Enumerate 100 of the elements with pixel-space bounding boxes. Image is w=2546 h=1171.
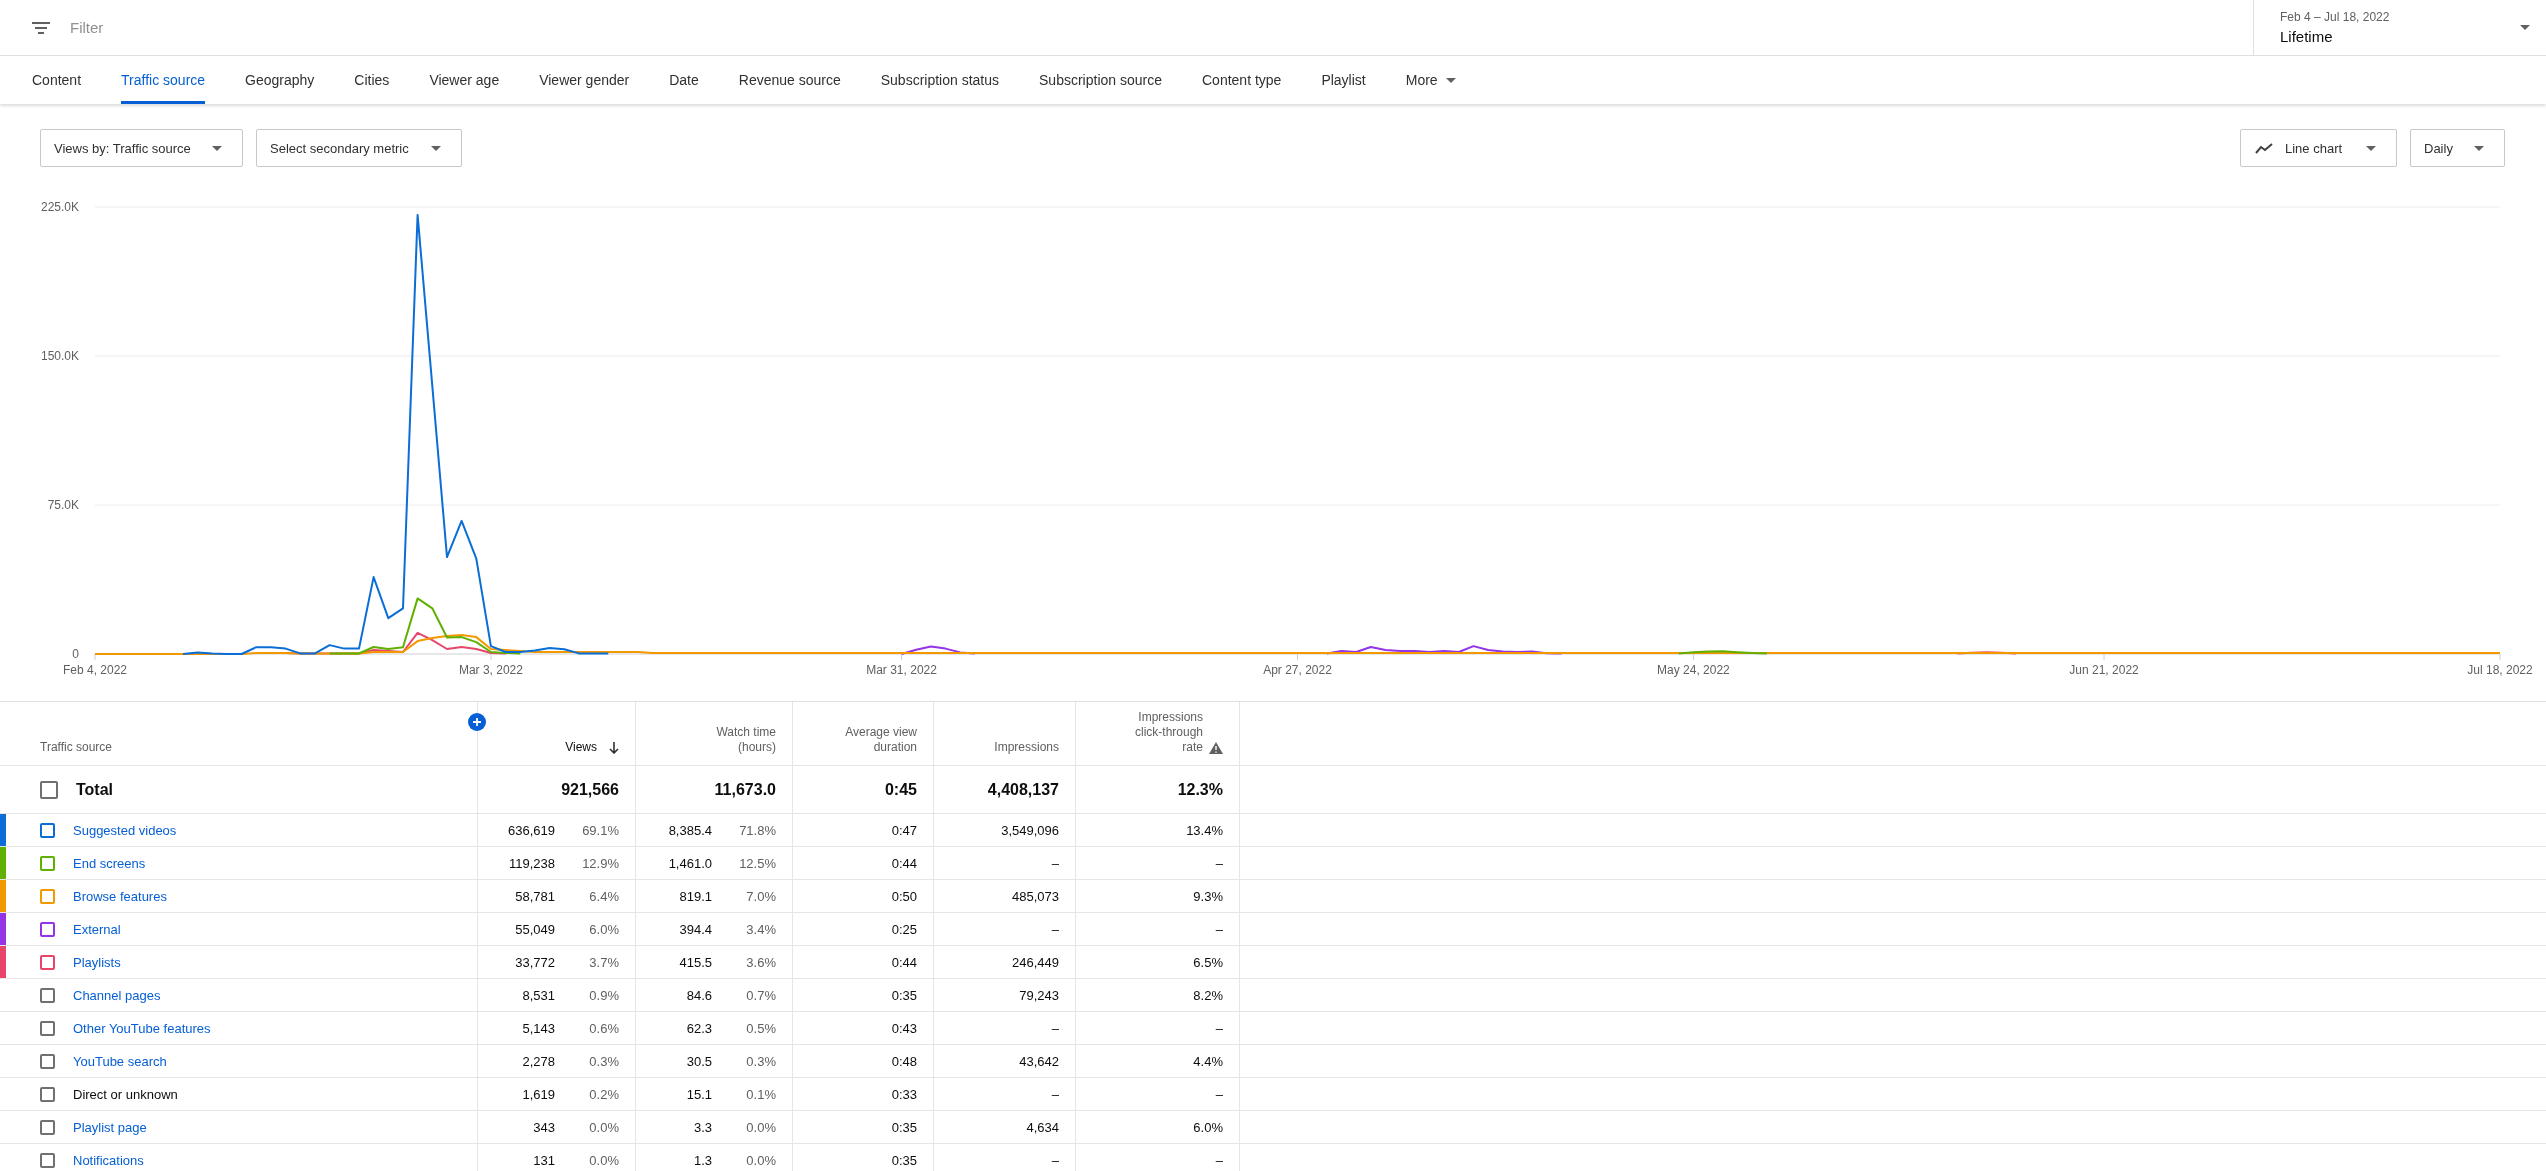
- checkbox[interactable]: [40, 1119, 55, 1135]
- caret-icon: [1445, 77, 1456, 83]
- table-cell: 8.2%: [1193, 987, 1223, 1003]
- share-cell-text: 0.3%: [745, 1053, 776, 1069]
- table-cell: 394.4: [679, 921, 712, 937]
- table-cell: 131: [533, 1152, 555, 1168]
- date-range-dropdown[interactable]: Feb 4 – Jul 18, 2022 Lifetime: [2253, 0, 2546, 55]
- table-cell: 246,449: [1012, 954, 1059, 970]
- source-link[interactable]: Playlist page: [73, 1119, 147, 1135]
- x-axis-label: Feb 4, 2022: [62, 663, 128, 677]
- checkbox[interactable]: [40, 780, 58, 799]
- date-range: Feb 4 – Jul 18, 2022: [2280, 10, 2390, 24]
- checkbox[interactable]: [40, 1086, 55, 1102]
- tab[interactable]: Date: [649, 56, 719, 104]
- secondary-metric-dropdown[interactable]: Select secondary metric: [256, 129, 462, 167]
- table-cell: –: [1051, 921, 1059, 937]
- checkbox[interactable]: [40, 1152, 55, 1168]
- checkbox[interactable]: [40, 888, 55, 904]
- total-cell: 12.3%: [1177, 780, 1223, 799]
- table-cell: 62.3: [686, 1020, 712, 1036]
- checkbox[interactable]: [40, 822, 55, 838]
- add-metric-button[interactable]: [468, 713, 486, 731]
- period-label: Lifetime: [2280, 28, 2334, 45]
- table-cell: –: [1215, 855, 1223, 871]
- source-link[interactable]: Notifications: [73, 1152, 144, 1168]
- share-cell-text: 0.2%: [588, 1086, 619, 1102]
- tab[interactable]: Revenue source: [718, 56, 861, 104]
- filter-icon[interactable]: [32, 21, 50, 34]
- x-axis-label: Jun 21, 2022: [2069, 663, 2139, 677]
- table-cell: 0:44: [891, 855, 917, 871]
- tab[interactable]: Playlist: [1301, 56, 1386, 104]
- source-link[interactable]: End screens: [73, 855, 146, 871]
- filter-field[interactable]: Filter: [68, 18, 472, 37]
- primary-metric-dropdown[interactable]: Views by: Traffic source: [40, 129, 243, 167]
- source-link[interactable]: Suggested videos: [73, 822, 177, 838]
- warning-icon[interactable]: [1209, 742, 1223, 754]
- table-cell: 8,531: [522, 987, 555, 1003]
- share-cell-text: 0.6%: [588, 1020, 619, 1036]
- tab[interactable]: Content type: [1182, 56, 1302, 104]
- source-label: Direct or unknown: [73, 1086, 178, 1102]
- share-cell-text: 12.5%: [738, 855, 776, 871]
- chart-type-dropdown[interactable]: Line chart: [2240, 129, 2397, 167]
- checkbox[interactable]: [40, 921, 55, 937]
- checkbox[interactable]: [40, 855, 55, 871]
- share-cell-text: 0.0%: [745, 1152, 776, 1168]
- checkbox[interactable]: [40, 954, 55, 970]
- column-header[interactable]: Impressions click-through rate: [1117, 710, 1203, 755]
- column-header[interactable]: Impressions: [994, 740, 1059, 755]
- interval-dropdown[interactable]: Daily: [2410, 129, 2505, 167]
- tab[interactable]: Content: [12, 56, 102, 104]
- table-cell: 79,243: [1019, 987, 1059, 1003]
- table-cell: 30.5: [686, 1053, 712, 1069]
- table-cell: 0:35: [891, 987, 917, 1003]
- table-cell: 0:35: [891, 1152, 917, 1168]
- total-cell: 921,566: [561, 780, 619, 799]
- table-cell: –: [1215, 921, 1223, 937]
- share-cell-text: 0.7%: [745, 987, 776, 1003]
- source-link[interactable]: Browse features: [73, 888, 167, 904]
- share-cell-text: 0.9%: [588, 987, 619, 1003]
- share-cell-text: 71.8%: [738, 822, 776, 838]
- sort-arrow-icon[interactable]: [609, 742, 619, 754]
- table-cell: –: [1215, 1020, 1223, 1036]
- tab[interactable]: Cities: [334, 56, 410, 104]
- source-link[interactable]: Channel pages: [73, 987, 161, 1003]
- line-chart-icon: [2255, 142, 2273, 154]
- y-axis-label: 150.0K: [40, 349, 79, 363]
- share-cell-text: 0.0%: [588, 1119, 619, 1135]
- plus-icon: [472, 717, 482, 727]
- checkbox[interactable]: [40, 987, 55, 1003]
- total-cell: 0:45: [884, 780, 917, 799]
- table-cell: 3,549,096: [1001, 822, 1059, 838]
- tab[interactable]: Viewer age: [409, 56, 520, 104]
- table-cell: 1,619: [522, 1086, 555, 1102]
- column-header[interactable]: Views: [565, 740, 597, 755]
- column-header[interactable]: Watch time (hours): [686, 725, 776, 755]
- table-cell: 343: [533, 1119, 555, 1135]
- tab[interactable]: Subscription source: [1019, 56, 1182, 104]
- share-cell-text: 0.3%: [588, 1053, 619, 1069]
- source-link[interactable]: YouTube search: [73, 1053, 167, 1069]
- tab[interactable]: Viewer gender: [519, 56, 650, 104]
- column-header[interactable]: Traffic source: [40, 740, 113, 755]
- table-cell: 58,781: [515, 888, 555, 904]
- tab[interactable]: Traffic source: [101, 56, 226, 104]
- tab[interactable]: Subscription status: [860, 56, 1020, 104]
- table-cell: 33,772: [515, 954, 555, 970]
- source-link[interactable]: Playlists: [73, 954, 121, 970]
- share-cell-text: 0.1%: [745, 1086, 776, 1102]
- total-cell: 11,673.0: [714, 780, 776, 799]
- share-cell-text: 3.7%: [588, 954, 619, 970]
- caret-icon: [2520, 25, 2530, 30]
- caret-icon: [431, 145, 441, 151]
- table-cell: –: [1051, 1020, 1059, 1036]
- table-cell: –: [1051, 1152, 1059, 1168]
- column-header[interactable]: Average view duration: [827, 725, 917, 755]
- checkbox[interactable]: [40, 1020, 55, 1036]
- more-menu-button[interactable]: More: [1385, 56, 1476, 104]
- source-link[interactable]: External: [73, 921, 121, 937]
- source-link[interactable]: Other YouTube features: [73, 1020, 211, 1036]
- tab[interactable]: Geography: [225, 56, 335, 104]
- checkbox[interactable]: [40, 1053, 55, 1069]
